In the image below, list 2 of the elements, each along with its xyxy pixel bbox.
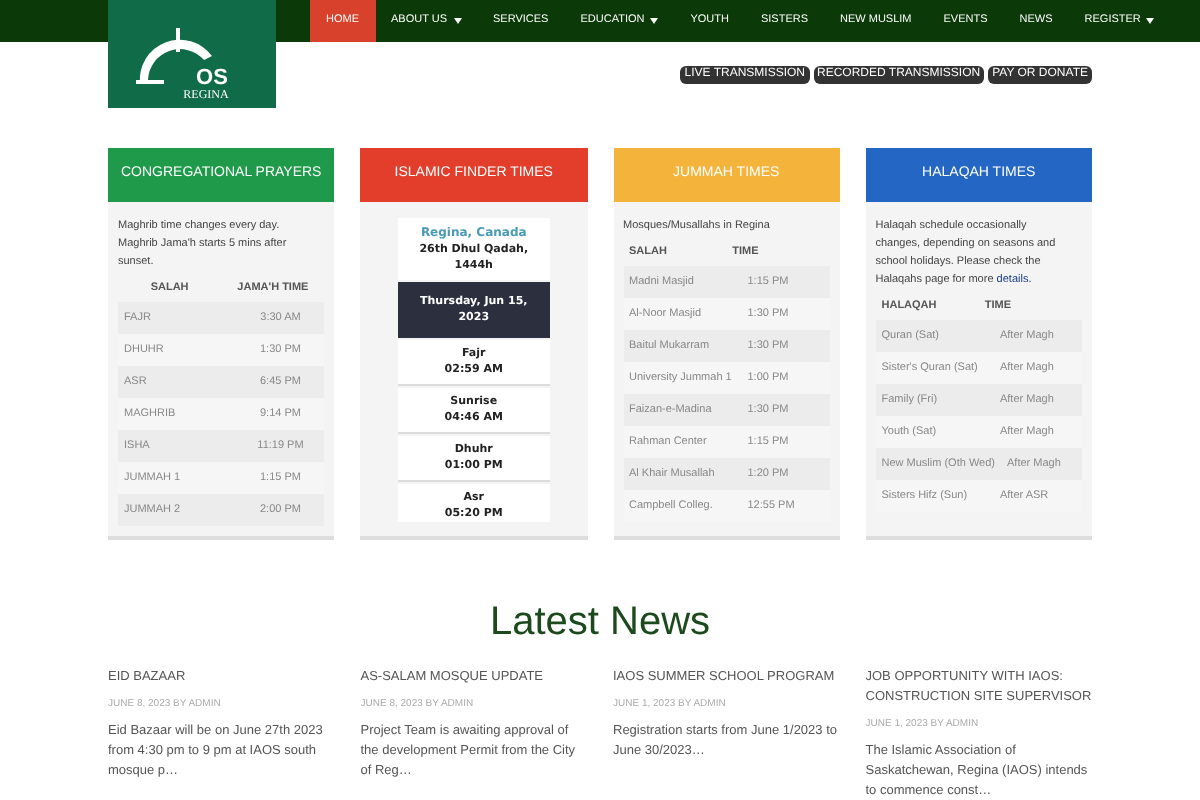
section-heading: Latest News [487, 598, 713, 648]
logo-text: OS [196, 68, 228, 90]
